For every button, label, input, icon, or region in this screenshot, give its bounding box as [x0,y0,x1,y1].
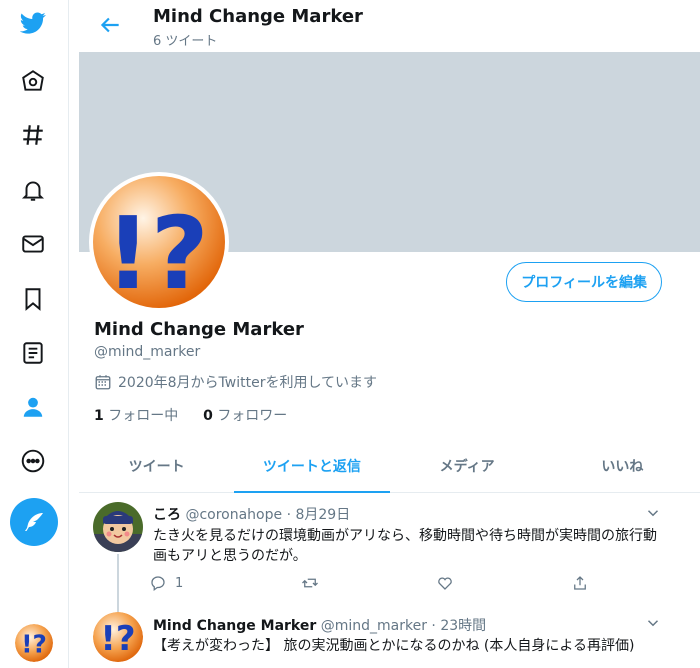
tweet-author-name[interactable]: ころ [153,507,181,523]
share-button[interactable] [571,574,589,592]
tweet-author-handle[interactable]: @coronahope [185,507,282,523]
heart-icon [437,577,452,590]
tweet-item[interactable]: !? Mind Change Marker @mind_marker · 23時… [79,602,700,668]
tab-tweets-and-replies[interactable]: ツイートと返信 [234,440,390,493]
tab-likes[interactable]: いいね [545,440,700,492]
tweet-author-avatar[interactable]: !? [93,612,143,662]
chevron-down-icon[interactable] [644,504,662,522]
share-icon [574,576,586,590]
like-button[interactable] [436,574,454,592]
tweet-item[interactable]: ころ @coronahope · 8月29日 たき火を見るだけの環境動画がアリな… [79,492,700,602]
tweet-header: Mind Change Marker @mind_marker · 23時間 [153,618,487,634]
account-avatar[interactable]: !? [15,624,53,662]
sidebar-nav: !? [0,0,69,668]
tweet-text: 【考えが変わった】 旅の実況動画とかになるのかね (本人自身による再評価) [153,638,635,654]
calendar-icon [95,375,111,390]
followers-link[interactable]: 0 フォロワー [203,408,287,424]
profile-tabs: ツイート ツイートと返信 メディア いいね [79,440,700,493]
tweet-time[interactable]: 8月29日 [295,507,350,523]
twitter-logo-icon[interactable] [18,8,48,38]
feather-icon [25,513,43,531]
profile-header-bar: Mind Change Marker 6 ツイート [79,0,700,52]
follow-stats: 1 フォロー中 0 フォロワー [94,405,287,425]
tab-tweets[interactable]: ツイート [79,440,234,492]
profile-main-column: Mind Change Marker 6 ツイート !? プロフィールを編集 M… [79,0,700,668]
tweet-author-name[interactable]: Mind Change Marker [153,618,316,634]
chevron-down-icon[interactable] [644,614,662,632]
reply-icon [151,576,165,592]
bookmarks-icon[interactable] [18,284,48,314]
profile-handle: @mind_marker [94,344,201,360]
svg-text:!?: !? [21,630,47,659]
profile-person-icon[interactable] [18,392,48,422]
following-link[interactable]: 1 フォロー中 [94,408,178,424]
notifications-bell-icon[interactable] [18,175,48,205]
svg-text:!?: !? [100,619,135,659]
page-title: Mind Change Marker [153,6,363,27]
tab-media[interactable]: メディア [390,440,545,492]
tweet-header: ころ @coronahope · 8月29日 [153,507,351,523]
retweet-icon [301,578,318,588]
retweet-button[interactable] [301,574,319,592]
edit-profile-button[interactable]: プロフィールを編集 [506,262,662,302]
reply-button[interactable]: 1 [149,574,183,592]
join-date-text: 2020年8月からTwitterを利用しています [118,375,378,391]
tweet-time[interactable]: 23時間 [440,618,486,634]
explore-hashtag-icon[interactable] [18,120,48,150]
more-icon[interactable] [18,446,48,476]
tweet-count: 6 ツイート [153,34,218,49]
tweet-text: たき火を見るだけの環境動画がアリなら、移動時間や待ち時間が実時間の旅行動画もアリ… [153,528,657,564]
messages-mail-icon[interactable] [18,229,48,259]
home-icon[interactable] [18,66,48,96]
join-date: 2020年8月からTwitterを利用しています [94,372,377,392]
back-arrow-icon[interactable] [97,12,123,38]
tweet-author-avatar[interactable] [93,502,143,552]
svg-text:!?: !? [105,195,209,308]
tweet-author-handle[interactable]: @mind_marker [321,618,427,634]
profile-avatar[interactable]: !? [89,172,229,312]
lists-icon[interactable] [18,338,48,368]
profile-name: Mind Change Marker [94,319,304,340]
tweet-actions: 1 [149,574,589,592]
reply-count: 1 [175,575,184,591]
compose-tweet-button[interactable] [10,498,58,546]
